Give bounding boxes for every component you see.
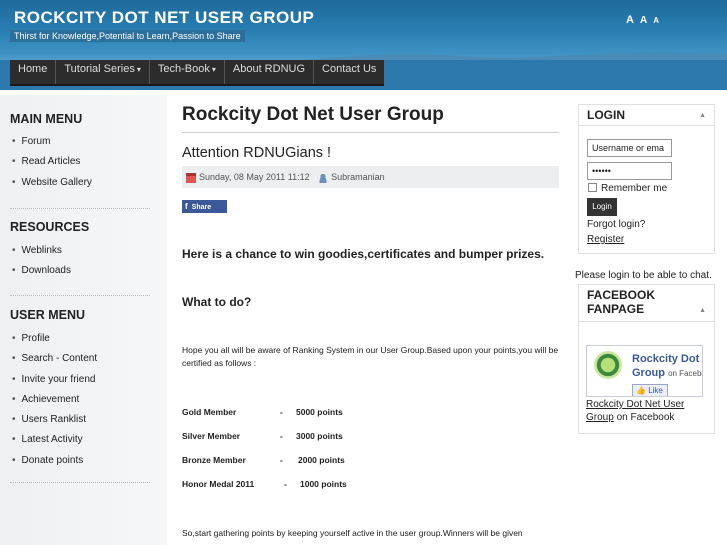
title-divider bbox=[182, 132, 559, 133]
menu-item-search-content[interactable]: Search - Content bbox=[12, 349, 98, 369]
nav-label: Contact Us bbox=[322, 63, 377, 75]
box-divider bbox=[579, 125, 714, 126]
user-icon bbox=[318, 172, 329, 183]
resources-list: Weblinks Downloads bbox=[12, 241, 71, 282]
rank-level: Gold Member bbox=[182, 407, 237, 417]
nav-label: About RDNUG bbox=[232, 63, 306, 75]
facebook-page-link: Rockcity Dot Net User Group on Facebook bbox=[586, 398, 706, 424]
facebook-share-button[interactable]: f Share bbox=[182, 200, 227, 213]
rank-level: Honor Medal 2011 bbox=[182, 479, 255, 489]
font-reset-button[interactable]: A bbox=[640, 15, 647, 26]
main-menu-list: Forum Read Articles Website Gallery bbox=[12, 132, 92, 193]
article-outro: So,start gathering points by keeping you… bbox=[182, 528, 523, 538]
facebook-link-suffix: on Facebook bbox=[616, 412, 675, 423]
remember-checkbox[interactable] bbox=[588, 183, 597, 192]
facebook-title-line2: FANPAGE bbox=[587, 302, 645, 316]
rank-row: Silver Member -3000 points bbox=[182, 431, 343, 441]
article-subheading: What to do? bbox=[182, 295, 252, 309]
article-headline: Here is a chance to win goodies,certific… bbox=[182, 247, 545, 261]
forgot-login-link[interactable]: Forgot login? bbox=[587, 219, 645, 230]
article-title[interactable]: Attention RDNUGians ! bbox=[182, 145, 331, 161]
remember-label: Remember me bbox=[601, 183, 668, 194]
facebook-title: FACEBOOK FANPAGE ▲ bbox=[579, 285, 714, 321]
menu-item-downloads[interactable]: Downloads bbox=[12, 261, 71, 281]
menu-divider bbox=[10, 208, 150, 209]
login-button[interactable]: Login bbox=[587, 198, 617, 216]
rank-points: 1000 points bbox=[300, 479, 347, 489]
facebook-like-box[interactable]: Rockcity Dot N Group on Facebo 👍 Like bbox=[586, 345, 703, 397]
menu-item-website-gallery[interactable]: Website Gallery bbox=[12, 173, 92, 193]
menu-item-donate-points[interactable]: Donate points bbox=[12, 451, 97, 471]
facebook-title-text: FACEBOOK FANPAGE bbox=[587, 288, 655, 316]
facebook-title-line1: FACEBOOK bbox=[587, 288, 656, 302]
rank-points: 3000 points bbox=[296, 431, 343, 441]
rank-level: Bronze Member bbox=[182, 455, 246, 465]
nav-bar: Home Tutorial Series ▾ Tech-Book ▾ About R… bbox=[0, 60, 727, 90]
nav-label: Tech-Book bbox=[157, 63, 210, 75]
calendar-icon bbox=[186, 172, 196, 183]
nav-item-contact[interactable]: Contact Us bbox=[314, 60, 384, 84]
fb-on-facebook: on Facebo bbox=[668, 369, 703, 378]
menu-item-read-articles[interactable]: Read Articles bbox=[12, 152, 92, 172]
menu-divider bbox=[10, 295, 150, 296]
menu-item-weblinks[interactable]: Weblinks bbox=[12, 241, 71, 261]
fb-name-line2: Group bbox=[632, 367, 665, 379]
menu-item-invite-friend[interactable]: Invite your friend bbox=[12, 370, 97, 390]
share-label: Share bbox=[191, 204, 212, 211]
font-decrease-button[interactable]: A bbox=[653, 16, 659, 25]
nav-item-tech-book[interactable]: Tech-Book ▾ bbox=[150, 60, 225, 84]
collapse-icon[interactable]: ▲ bbox=[699, 112, 706, 119]
site-title[interactable]: ROCKCITY DOT NET USER GROUP bbox=[14, 8, 314, 28]
article-date: Sunday, 08 May 2011 11:12 bbox=[199, 172, 310, 182]
user-menu-list: Profile Search - Content Invite your fri… bbox=[12, 329, 98, 471]
nav-item-about[interactable]: About RDNUG bbox=[225, 60, 315, 84]
article-intro: Hope you all will be aware of Ranking Sy… bbox=[182, 345, 559, 368]
rank-row: Honor Medal 2011-1000 points bbox=[182, 479, 347, 489]
rank-points: 5000 points bbox=[296, 407, 343, 417]
login-title-text: LOGIN bbox=[587, 108, 625, 122]
font-increase-button[interactable]: A bbox=[626, 14, 634, 26]
login-title: LOGIN ▲ bbox=[579, 105, 714, 125]
menu-divider bbox=[10, 482, 150, 483]
facebook-page-name[interactable]: Rockcity Dot N Group on Facebo bbox=[632, 352, 703, 381]
nav-label: Home bbox=[18, 63, 48, 75]
nav-item-tutorial-series[interactable]: Tutorial Series ▾ bbox=[56, 60, 150, 84]
page-title: Rockcity Dot Net User Group bbox=[182, 104, 444, 125]
menu-item-latest-activity[interactable]: Latest Activity bbox=[12, 430, 97, 450]
remember-me[interactable]: Remember me bbox=[588, 183, 667, 194]
nav-label: Tutorial Series bbox=[64, 63, 135, 75]
menu-item-profile[interactable]: Profile bbox=[12, 329, 97, 349]
collapse-icon[interactable]: ▲ bbox=[699, 304, 706, 318]
chevron-down-icon: ▾ bbox=[136, 65, 141, 74]
group-logo-icon bbox=[594, 351, 622, 379]
box-divider bbox=[579, 321, 714, 322]
rank-level: Silver Member bbox=[182, 431, 241, 441]
rank-points: 2000 points bbox=[298, 455, 345, 465]
menu-item-forum[interactable]: Forum bbox=[12, 132, 92, 152]
rank-row: Gold Member -5000 points bbox=[182, 407, 343, 417]
thumbs-up-icon: 👍 bbox=[636, 386, 646, 395]
main-menu-title: MAIN MENU bbox=[10, 112, 83, 126]
like-label: Like bbox=[648, 386, 663, 395]
main-nav: Home Tutorial Series ▾ Tech-Book ▾ About R… bbox=[10, 60, 385, 86]
chevron-down-icon: ▾ bbox=[211, 65, 216, 74]
chat-login-notice: Please login to be able to chat. bbox=[575, 270, 712, 281]
register-link[interactable]: Register bbox=[587, 234, 624, 245]
facebook-icon: f bbox=[185, 202, 188, 211]
article-author: Subramanian bbox=[331, 172, 385, 182]
menu-item-users-ranklist[interactable]: Users Ranklist bbox=[12, 410, 97, 430]
rank-row: Bronze Member -2000 points bbox=[182, 455, 345, 465]
fb-name-line1: Rockcity Dot N bbox=[632, 353, 703, 365]
username-input[interactable] bbox=[587, 139, 672, 157]
nav-item-home[interactable]: Home bbox=[10, 60, 57, 84]
facebook-like-button[interactable]: 👍 Like bbox=[632, 384, 668, 396]
user-menu-title: USER MENU bbox=[10, 308, 86, 322]
password-input[interactable] bbox=[587, 162, 672, 180]
resources-title: RESOURCES bbox=[10, 220, 90, 234]
menu-item-achievement[interactable]: Achievement bbox=[12, 390, 97, 410]
article-meta: Sunday, 08 May 2011 11:12 Subramanian bbox=[182, 166, 559, 188]
font-size-tools: AAA bbox=[626, 14, 665, 26]
site-tagline: Thirst for Knowledge,Potential to Learn,… bbox=[10, 30, 245, 42]
